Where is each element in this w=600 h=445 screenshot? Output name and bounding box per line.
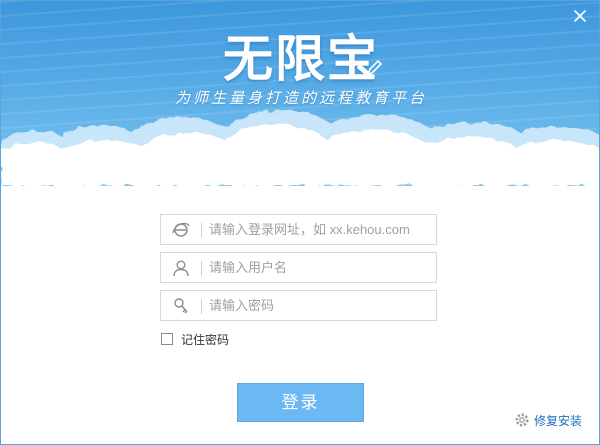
pencil-icon (366, 59, 382, 77)
login-window: 无限宝 为师生量身打造的远程教育平台 请输入登录网址，如 xx.kehou.co… (0, 0, 600, 445)
remember-label: 记住密码 (181, 332, 230, 347)
password-input[interactable] (209, 291, 433, 320)
repair-label: 修复安装 (534, 413, 583, 428)
field-separator (201, 299, 202, 314)
app-slogan: 为师生量身打造的远程教育平台 (174, 89, 427, 107)
field-separator (201, 261, 202, 276)
user-icon (173, 260, 189, 277)
field-separator (201, 223, 202, 238)
ie-icon (172, 222, 190, 237)
password-field-box (160, 290, 437, 321)
login-button[interactable]: 登录 (237, 383, 364, 422)
key-icon (174, 298, 188, 314)
username-field-box (160, 252, 437, 283)
gear-icon (515, 413, 529, 427)
repair-install-link[interactable]: 修复安装 (514, 411, 582, 429)
app-logo: 无限宝 (223, 30, 379, 88)
username-input[interactable] (209, 253, 433, 282)
remember-password[interactable]: 记住密码 (161, 331, 229, 347)
header-banner: 无限宝 为师生量身打造的远程教育平台 (1, 1, 599, 186)
remember-checkbox[interactable] (161, 333, 173, 345)
url-input[interactable] (209, 215, 433, 244)
close-button[interactable] (571, 7, 589, 25)
close-icon (574, 10, 586, 22)
url-field-box (160, 214, 437, 245)
